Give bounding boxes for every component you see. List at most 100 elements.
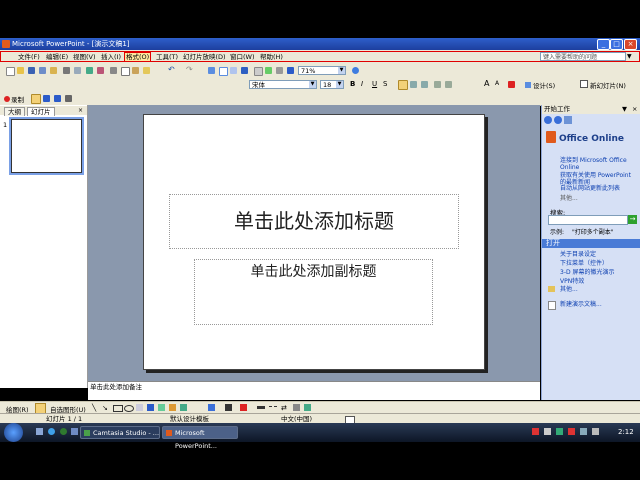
subtitle-placeholder[interactable]: 单击此处添加副标题 <box>194 259 433 325</box>
bold-button[interactable]: B <box>350 80 355 88</box>
search-go-icon[interactable]: → <box>628 215 637 224</box>
taskbar-powerpoint[interactable]: Microsoft PowerPoint... <box>162 426 238 450</box>
rectangle-tool-icon[interactable] <box>113 405 123 412</box>
align-center-icon[interactable] <box>410 81 417 88</box>
link-connect-office-online[interactable]: 连接到 Microsoft Office Online <box>560 157 638 171</box>
link-auto-update[interactable]: 自动从网站更新此列表 <box>560 185 638 192</box>
undo-icon[interactable]: ↶ <box>168 65 175 74</box>
title-placeholder[interactable]: 单击此处添加标题 <box>169 194 459 249</box>
volume-icon[interactable] <box>592 428 599 435</box>
new-icon[interactable] <box>6 67 15 76</box>
recent-file-2[interactable]: 下拉菜单（控件） <box>560 260 608 267</box>
save-icon[interactable] <box>28 67 35 74</box>
new-slide-button[interactable]: 新幻灯片(N) <box>580 80 626 90</box>
chevron-down-icon[interactable]: ▼ <box>338 67 345 74</box>
network-icon[interactable] <box>580 428 587 435</box>
align-right-icon[interactable] <box>421 81 428 88</box>
arrow-style-icon[interactable]: ⇄ <box>281 404 287 412</box>
font-size-select[interactable]: 18 ▼ <box>320 80 344 89</box>
redo-icon[interactable]: ↷ <box>186 65 193 74</box>
picture-icon[interactable] <box>180 404 187 411</box>
stop-icon[interactable] <box>31 94 41 104</box>
media-icon[interactable] <box>60 428 67 435</box>
color-grayscale-icon[interactable] <box>287 67 294 74</box>
back-icon[interactable] <box>544 116 552 124</box>
switch-windows-icon[interactable] <box>71 428 78 435</box>
font-name-select[interactable]: 宋体 ▼ <box>249 80 317 89</box>
shadow-style-icon[interactable] <box>293 404 300 411</box>
link-more-files[interactable]: 其他... <box>560 286 578 293</box>
format-painter-icon[interactable] <box>143 67 150 74</box>
fill-color-icon[interactable] <box>208 404 215 411</box>
recent-file-1[interactable]: 关于目录设定 <box>560 251 596 258</box>
open-icon[interactable] <box>17 67 24 74</box>
slide-thumbnail[interactable] <box>9 117 84 175</box>
tray-icon-3[interactable] <box>568 428 575 435</box>
lang-bar-icon[interactable] <box>532 428 539 435</box>
line-color-icon[interactable] <box>225 404 232 411</box>
record-button[interactable]: 录制 <box>4 94 24 104</box>
link-latest-news[interactable]: 获取有关使用 PowerPoint 的最新新闻 <box>560 172 638 186</box>
copy-icon[interactable] <box>121 67 130 76</box>
zoom-select[interactable]: 71% ▼ <box>298 66 346 75</box>
arrow-tool-icon[interactable]: ↘ <box>102 404 108 412</box>
shadow-button[interactable]: S <box>383 80 387 88</box>
print-icon[interactable] <box>63 67 70 74</box>
tab-outline[interactable]: 大纲 <box>4 107 25 116</box>
diagram-icon[interactable] <box>158 404 165 411</box>
clipart-icon[interactable] <box>169 404 176 411</box>
table-icon[interactable] <box>219 67 228 76</box>
help-icon[interactable] <box>352 67 359 74</box>
spelling-icon[interactable] <box>86 67 93 74</box>
minimize-button[interactable]: _ <box>597 39 610 50</box>
link-new-presentation[interactable]: 新建演示文稿... <box>560 301 602 308</box>
numbering-icon[interactable] <box>434 81 441 88</box>
font-color-draw-icon[interactable] <box>240 404 247 411</box>
notes-pane[interactable]: 单击此处添加备注 <box>88 381 540 400</box>
recent-file-3[interactable]: 3-D 屏幕的徽光演示 <box>560 269 615 276</box>
tray-icon-1[interactable] <box>544 428 551 435</box>
taskbar-camtasia[interactable]: Camtasia Studio - ... <box>80 426 160 439</box>
chevron-down-icon[interactable]: ▼ <box>309 81 316 88</box>
start-button[interactable] <box>4 423 23 442</box>
paste-icon[interactable] <box>132 67 139 74</box>
underline-button[interactable]: U <box>372 80 377 88</box>
tables-borders-icon[interactable] <box>230 67 237 74</box>
increase-font-icon[interactable]: A <box>484 79 489 88</box>
ie-icon[interactable] <box>48 428 55 435</box>
show-formatting-icon[interactable] <box>265 67 272 74</box>
pause-icon[interactable] <box>43 95 50 102</box>
show-desktop-icon[interactable] <box>36 428 43 435</box>
3d-style-icon[interactable] <box>304 404 311 411</box>
line-style-icon[interactable] <box>257 406 265 409</box>
oval-tool-icon[interactable] <box>124 405 134 412</box>
dash-style-icon[interactable] <box>269 406 277 409</box>
bullets-icon[interactable] <box>445 81 452 88</box>
grid-icon[interactable] <box>276 67 283 74</box>
close-button[interactable]: × <box>624 39 637 50</box>
decrease-font-icon[interactable]: A <box>495 80 499 87</box>
email-icon[interactable] <box>50 67 57 74</box>
slide-canvas[interactable]: 单击此处添加标题 单击此处添加副标题 <box>143 114 485 370</box>
chevron-down-icon[interactable]: ▼ <box>336 81 343 88</box>
task-pane-close-icon[interactable]: × <box>632 105 637 114</box>
permission-icon[interactable] <box>39 67 46 74</box>
italic-button[interactable]: I <box>361 80 363 88</box>
align-left-icon[interactable] <box>398 80 408 90</box>
research-icon[interactable] <box>97 67 104 74</box>
recorder-settings-icon[interactable] <box>65 95 72 102</box>
tray-icon-2[interactable] <box>556 428 563 435</box>
design-button[interactable]: 设计(S) <box>525 80 555 90</box>
line-tool-icon[interactable]: ╲ <box>92 404 96 412</box>
camera-icon[interactable] <box>54 95 61 102</box>
wordart-icon[interactable] <box>147 404 154 411</box>
expand-all-icon[interactable] <box>254 67 263 76</box>
forward-icon[interactable] <box>554 116 562 124</box>
search-input[interactable] <box>548 215 628 225</box>
maximize-button[interactable]: □ <box>610 39 623 50</box>
tab-slides[interactable]: 幻灯片 <box>27 107 55 116</box>
close-pane-icon[interactable]: × <box>78 107 83 114</box>
recent-file-4[interactable]: VPN特效 <box>560 278 584 285</box>
font-color-icon[interactable] <box>508 81 515 88</box>
textbox-tool-icon[interactable] <box>136 404 143 411</box>
